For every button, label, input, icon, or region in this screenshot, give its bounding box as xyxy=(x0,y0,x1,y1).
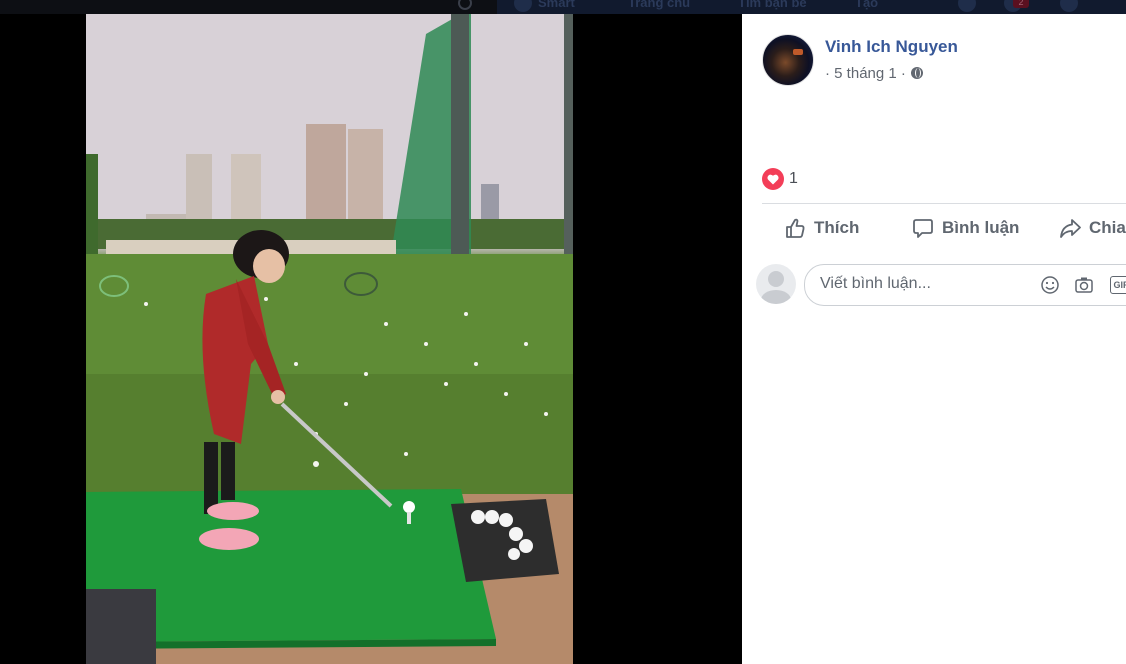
background-nav-bar: Smart Trang chủ Tìm bạn bè Tạo 2 xyxy=(0,0,1126,14)
heart-icon xyxy=(762,168,784,190)
post-meta: · 5 tháng 1 · xyxy=(825,65,924,82)
reaction-count: 1 xyxy=(789,170,798,187)
comment-button[interactable]: Bình luận xyxy=(912,204,1019,252)
post-timestamp[interactable]: 5 tháng 1 xyxy=(834,65,897,82)
photo-illustration xyxy=(86,14,573,664)
nav-item-find-friends: Tìm bạn bè xyxy=(738,0,807,10)
comment-composer: Viết bình luận... GIF xyxy=(742,254,1126,318)
notification-badge: 2 xyxy=(1013,0,1029,8)
like-button[interactable]: Thích xyxy=(784,204,859,252)
gif-icon[interactable]: GIF xyxy=(1110,276,1126,294)
like-label: Thích xyxy=(814,218,860,237)
nav-item-home: Trang chủ xyxy=(628,0,691,10)
nav-item-create: Tạo xyxy=(855,0,879,10)
share-button[interactable]: Chia xyxy=(1059,204,1126,252)
post-side-panel: Vinh Ich Nguyen · 5 tháng 1 · 1 Thích Bì… xyxy=(742,14,1126,664)
background-left xyxy=(0,0,497,14)
author-avatar[interactable] xyxy=(762,34,814,86)
comment-label: Bình luận xyxy=(942,218,1020,237)
avatar-body xyxy=(761,290,791,304)
share-label: Chia xyxy=(1089,218,1126,237)
emoji-icon[interactable] xyxy=(1041,276,1059,294)
nav-item-profile: Smart xyxy=(538,0,575,10)
commenter-avatar xyxy=(756,264,796,304)
thumbs-up-icon xyxy=(786,218,805,238)
meta-separator: · xyxy=(825,65,830,82)
comment-icon xyxy=(913,219,933,238)
meta-separator: · xyxy=(900,65,906,82)
comment-placeholder: Viết bình luận... xyxy=(820,275,931,292)
comment-input[interactable]: Viết bình luận... GIF xyxy=(804,264,1126,306)
reaction-summary[interactable]: 1 xyxy=(762,168,798,190)
camera-icon[interactable] xyxy=(1075,276,1093,294)
avatar-head xyxy=(768,271,784,287)
globe-icon[interactable] xyxy=(911,67,924,79)
post-photo[interactable] xyxy=(86,14,573,664)
share-icon xyxy=(1060,219,1081,238)
background-right xyxy=(497,0,1126,14)
avatar-detail xyxy=(793,49,803,55)
author-name[interactable]: Vinh Ich Nguyen xyxy=(825,37,958,57)
post-actions: Thích Bình luận Chia xyxy=(762,204,1126,252)
